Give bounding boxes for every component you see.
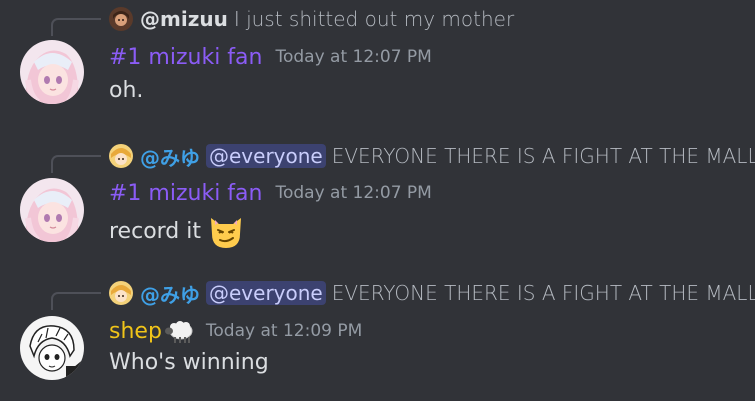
chat-message-list: @mizuu I just shitted out my mother #1 m… bbox=[0, 0, 755, 401]
reply-avatar[interactable] bbox=[109, 144, 133, 168]
anime-girl-avatar-icon bbox=[20, 40, 84, 104]
message-2: @みゆ @everyone EVERYONE THERE IS A FIGHT … bbox=[0, 130, 755, 260]
reply-connector bbox=[51, 292, 101, 310]
reply-preview[interactable]: @みゆ @everyone EVERYONE THERE IS A FIGHT … bbox=[109, 142, 755, 171]
reply-avatar[interactable] bbox=[109, 281, 133, 305]
anime-boy-avatar-small-icon bbox=[109, 144, 133, 168]
timestamp: Today at 12:07 PM bbox=[275, 47, 432, 67]
reply-author[interactable]: @みゆ bbox=[140, 279, 200, 308]
sheep-emoji-icon[interactable] bbox=[164, 318, 194, 344]
smirk-cat-emoji-icon[interactable] bbox=[207, 212, 245, 250]
message-content: Who's winning bbox=[109, 350, 269, 375]
author-name[interactable]: #1 mizuki fan bbox=[109, 45, 262, 70]
author-name[interactable]: #1 mizuki fan bbox=[109, 181, 262, 206]
author-avatar[interactable] bbox=[20, 178, 84, 242]
reply-preview[interactable]: @みゆ @everyone EVERYONE THERE IS A FIGHT … bbox=[109, 279, 755, 308]
message-3: @みゆ @everyone EVERYONE THERE IS A FIGHT … bbox=[0, 268, 755, 401]
anime-girl-avatar-icon bbox=[20, 178, 84, 242]
author-avatar[interactable] bbox=[20, 316, 84, 380]
reply-connector bbox=[51, 155, 101, 173]
reply-author[interactable]: @mizuu bbox=[140, 7, 228, 31]
user-avatar-small-icon bbox=[109, 7, 133, 31]
reply-text[interactable]: I just shitted out my mother bbox=[234, 7, 514, 31]
manga-sketch-avatar-icon bbox=[20, 316, 84, 380]
reply-text[interactable]: EVERYONE THERE IS A FIGHT AT THE MALL bbox=[332, 144, 755, 168]
timestamp: Today at 12:07 PM bbox=[275, 183, 432, 203]
reply-preview[interactable]: @mizuu I just shitted out my mother bbox=[109, 6, 514, 32]
everyone-mention[interactable]: @everyone bbox=[206, 281, 326, 305]
reply-text[interactable]: EVERYONE THERE IS A FIGHT AT THE MALL bbox=[332, 281, 755, 305]
author-name[interactable]: shep bbox=[109, 319, 162, 344]
message-header: #1 mizuki fan Today at 12:07 PM bbox=[109, 42, 432, 72]
reply-author[interactable]: @みゆ bbox=[140, 142, 200, 171]
author-avatar[interactable] bbox=[20, 40, 84, 104]
message-1: @mizuu I just shitted out my mother #1 m… bbox=[0, 0, 755, 120]
timestamp: Today at 12:09 PM bbox=[205, 321, 363, 341]
everyone-mention[interactable]: @everyone bbox=[206, 144, 326, 168]
message-header: #1 mizuki fan Today at 12:07 PM bbox=[109, 178, 432, 208]
message-header: shep Today at 12:09 PM bbox=[109, 316, 362, 346]
message-content: oh. bbox=[109, 78, 143, 103]
message-text: oh. bbox=[109, 78, 144, 103]
anime-boy-avatar-small-icon bbox=[109, 281, 133, 305]
message-content: record it bbox=[109, 212, 245, 250]
message-text: Who's winning bbox=[109, 350, 269, 375]
message-text: record it bbox=[109, 218, 202, 244]
reply-connector bbox=[51, 18, 101, 36]
reply-avatar[interactable] bbox=[109, 7, 133, 31]
